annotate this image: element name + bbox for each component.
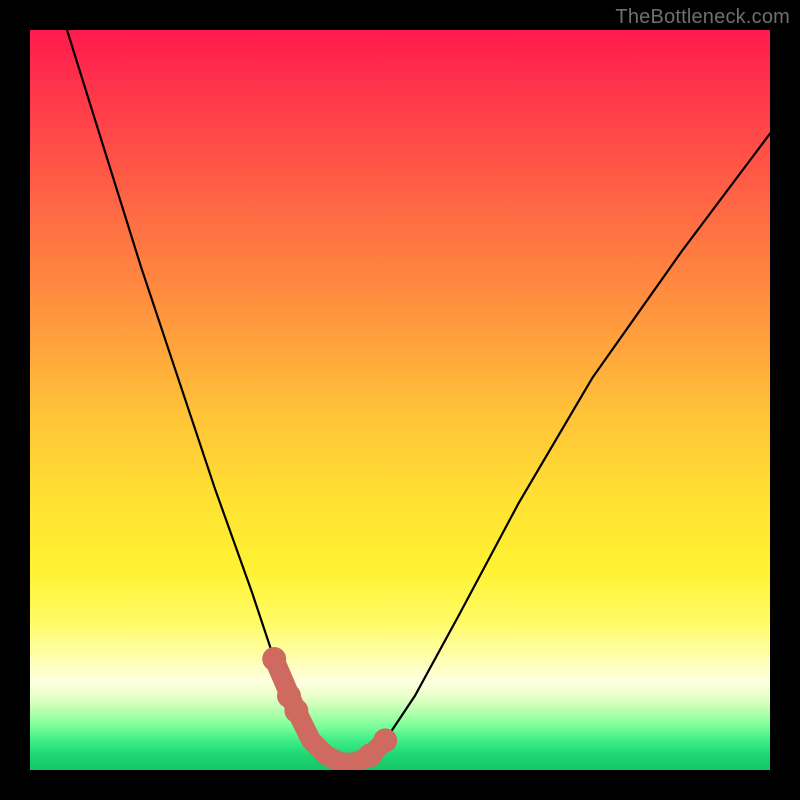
plot-area [30, 30, 770, 770]
chart-frame: TheBottleneck.com [0, 0, 800, 800]
curve-line [67, 30, 770, 763]
watermark-text: TheBottleneck.com [615, 6, 790, 29]
bottleneck-curve-svg [30, 30, 770, 770]
highlight-dot [262, 647, 286, 671]
highlight-dot [373, 728, 397, 752]
highlight-dot [284, 699, 308, 723]
